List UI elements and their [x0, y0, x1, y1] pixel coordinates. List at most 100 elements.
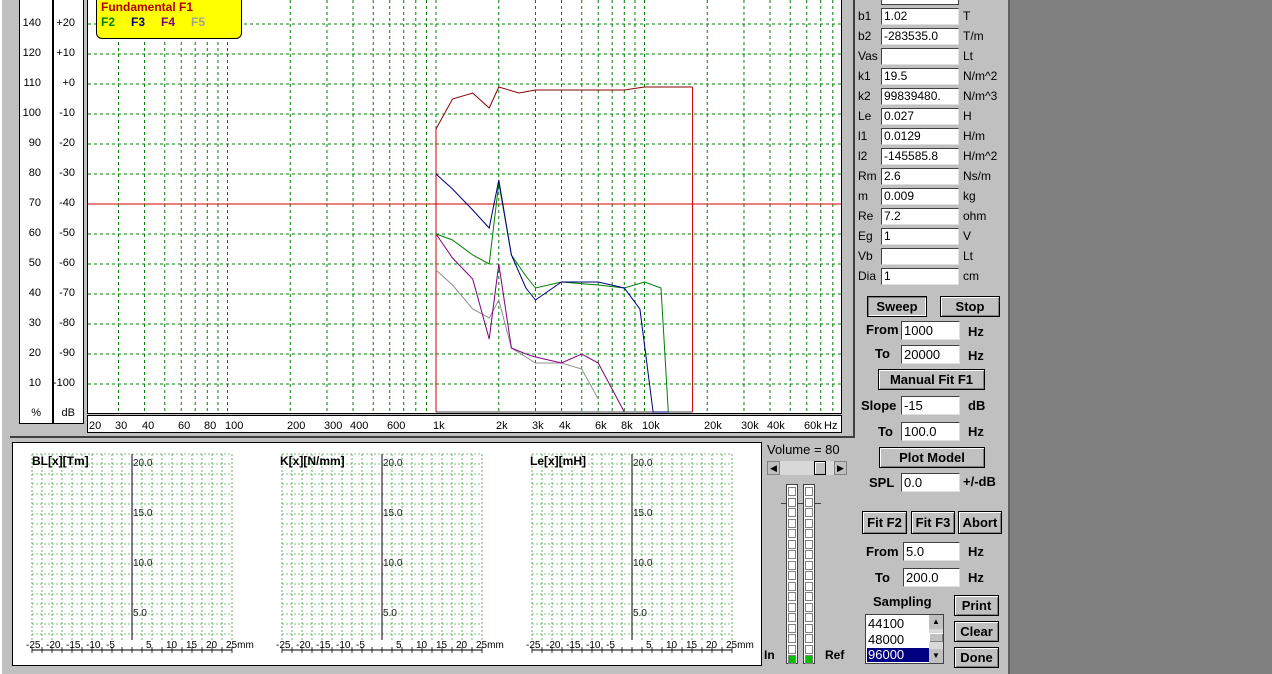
param-label-b2: b2 — [858, 29, 872, 43]
param-field-vb[interactable] — [881, 248, 959, 265]
mini-x-tick-label: -20 — [46, 640, 61, 651]
stop-button[interactable]: Stop — [940, 296, 1000, 317]
sweep-from-field[interactable]: 1000 — [901, 321, 960, 340]
vu-segment — [788, 613, 796, 622]
vu-segment — [805, 497, 813, 507]
vu-segment — [805, 581, 813, 591]
vu-segment — [805, 560, 813, 570]
param-field-rm[interactable]: 2.6 — [881, 168, 959, 185]
mini-charts-svg — [31, 453, 733, 653]
done-button[interactable]: Done — [954, 647, 999, 668]
vu-segment — [788, 655, 796, 664]
plot-model-button[interactable]: Plot Model — [879, 447, 985, 468]
param-unit-eg: V — [963, 229, 972, 243]
vu-segment — [805, 529, 813, 538]
param-field-l2[interactable]: -145585.8 — [881, 148, 959, 165]
mini-y-tick: 10.0 — [633, 558, 653, 569]
manual-fit-f1-button[interactable]: Manual Fit F1 — [878, 369, 985, 390]
param-field-b2[interactable]: -283535.0 — [881, 28, 959, 45]
mini-chart-title: BL[x][Tm] — [32, 454, 89, 468]
abort-button[interactable]: Abort — [958, 511, 1002, 534]
slope-field[interactable]: -15 — [901, 396, 960, 415]
mini-x-tick-label: 15 — [186, 640, 198, 651]
vu-segment — [805, 592, 813, 601]
fit-to-field[interactable]: 200.0 — [903, 568, 960, 587]
sampling-scrollbar[interactable]: ▲ ▼ — [929, 615, 943, 663]
series-line-fundamental-f1 — [435, 86, 693, 130]
param-field-vas[interactable] — [881, 48, 959, 65]
param-field-eg[interactable]: 1 — [881, 228, 959, 245]
print-button[interactable]: Print — [954, 595, 999, 616]
scroll-thumb[interactable] — [929, 633, 943, 642]
sampling-option-selected[interactable]: 96000 — [867, 648, 930, 662]
vu-segment — [805, 623, 813, 633]
volume-track[interactable] — [780, 461, 834, 475]
param-field-k2[interactable]: 99839480. — [881, 88, 959, 105]
vu-meter-in — [786, 484, 798, 664]
volume-right-arrow-icon[interactable]: ▶ — [834, 461, 847, 475]
mini-x-tick-label: 15 — [686, 640, 698, 651]
spl-label: SPL — [869, 475, 895, 490]
spl-field[interactable]: 0.0 — [901, 473, 960, 492]
mini-x-tick-label: 10 — [666, 640, 678, 651]
param-unit-l1: H/m — [963, 129, 985, 143]
volume-thumb[interactable] — [813, 461, 826, 475]
mini-x-tick-label: 10 — [166, 640, 178, 651]
fit-from-field[interactable]: 5.0 — [903, 542, 960, 561]
param-label-m: m — [858, 189, 868, 203]
param-field-l1[interactable]: 0.0129 — [881, 128, 959, 145]
fit-f2-button[interactable]: Fit F2 — [862, 511, 907, 534]
param-field-m[interactable]: 0.009 — [881, 188, 959, 205]
mini-y-tick: 10.0 — [133, 558, 153, 569]
sampling-option[interactable]: 48000 — [868, 632, 904, 647]
param-field-b1[interactable]: 1.02 — [881, 8, 959, 25]
legend-f1: Fundamental F1 — [101, 0, 194, 14]
mini-x-tick-label: -20 — [296, 640, 311, 651]
mini-x-tick-label: -15 — [66, 640, 81, 651]
param-field-le[interactable]: 0.027 — [881, 108, 959, 125]
param-field-dia[interactable]: 1 — [881, 268, 959, 285]
fit-to-unit: Hz — [968, 570, 984, 585]
mini-y-tick: 5.0 — [133, 608, 147, 619]
volume-left-arrow-icon[interactable]: ◀ — [767, 461, 780, 475]
mini-x-tick-label: 25mm — [476, 640, 504, 651]
sweep-button[interactable]: Sweep — [867, 296, 927, 317]
legend-f2: F2 — [101, 15, 116, 29]
sweep-to-field[interactable]: 20000 — [901, 345, 960, 364]
clear-button[interactable]: Clear — [954, 621, 999, 642]
param-label-k1: k1 — [858, 69, 871, 83]
scroll-down-icon[interactable]: ▼ — [929, 649, 943, 663]
vu-segment — [788, 592, 796, 601]
param-unit-k2: N/m^3 — [963, 89, 998, 103]
param-label-vas: Vas — [858, 49, 878, 63]
mini-y-tick: 15.0 — [133, 508, 153, 519]
vu-segment — [788, 539, 796, 549]
param-label-b1: b1 — [858, 9, 872, 23]
vu-segment — [788, 487, 796, 496]
mini-y-tick: 5.0 — [383, 608, 397, 619]
vu-segment — [788, 644, 796, 654]
volume-slider[interactable]: ◀ ▶ — [767, 461, 847, 475]
vu-segment — [788, 581, 796, 591]
mini-y-tick: 5.0 — [633, 608, 647, 619]
mini-x-tick-label: 20 — [456, 640, 468, 651]
mini-x-tick-label: -10 — [86, 640, 101, 651]
slope-to-field[interactable]: 100.0 — [901, 422, 960, 441]
vu-segment — [788, 508, 796, 517]
sampling-listbox[interactable]: 44100 48000 96000 ▲ ▼ — [865, 614, 944, 664]
param-field-k1[interactable]: 19.5 — [881, 68, 959, 85]
mini-x-tick-label: 5 — [646, 640, 652, 651]
param-label-eg: Eg — [858, 229, 873, 243]
param-unit-le: H — [963, 109, 972, 123]
sampling-option[interactable]: 44100 — [868, 616, 904, 631]
legend-f3: F3 — [131, 15, 146, 29]
param-field-re[interactable]: 7.2 — [881, 208, 959, 225]
fit-f3-button[interactable]: Fit F3 — [911, 511, 955, 534]
mini-y-tick: 15.0 — [633, 508, 653, 519]
vu-segment — [788, 634, 796, 643]
param-label-rm: Rm — [858, 169, 877, 183]
fit-from-unit: Hz — [968, 544, 984, 559]
mini-x-tick-label: -25 — [526, 640, 541, 651]
scroll-up-icon[interactable]: ▲ — [929, 615, 943, 629]
mini-x-tick-label: -25 — [276, 640, 291, 651]
